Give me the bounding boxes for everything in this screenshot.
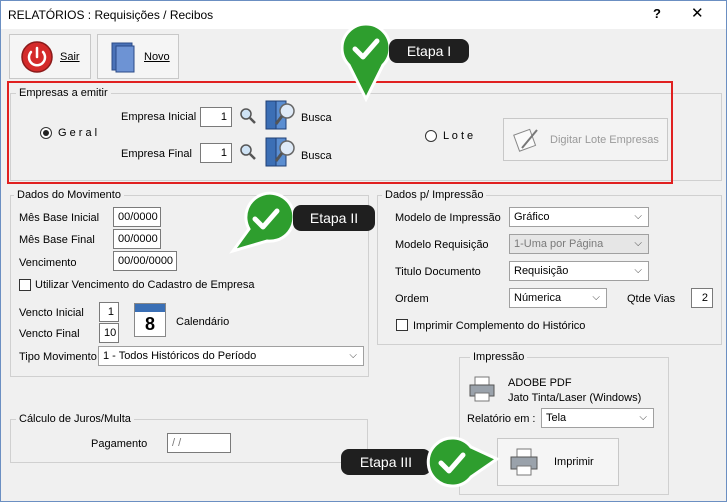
calendar-day: 8	[144, 314, 155, 334]
mes-base-final-label: Mês Base Final	[19, 234, 95, 246]
etapa2-pin-icon	[229, 191, 296, 254]
etapa1-highlight-box	[7, 81, 673, 184]
titulo-documento-label: Titulo Documento	[395, 266, 481, 278]
etapa3-pin-icon	[426, 436, 501, 488]
modelo-impressao-value: Gráfico	[514, 211, 550, 223]
calendar-icon[interactable]: 8	[134, 303, 166, 337]
pagamento-label: Pagamento	[91, 438, 148, 450]
etapa3-label: Etapa III	[359, 454, 413, 470]
tipo-movimento-select[interactable]: 1 - Todos Históricos do Período ⌵	[98, 346, 364, 366]
chevron-down-icon: ⌵	[634, 211, 642, 222]
close-button[interactable]: ✕	[691, 4, 704, 22]
modelo-requisicao-value: 1-Uma por Página	[514, 238, 604, 250]
mes-base-inicial-label: Mês Base Inicial	[19, 212, 100, 224]
modelo-impressao-select[interactable]: Gráfico ⌵	[509, 207, 649, 227]
mes-base-inicial-input[interactable]: 00/0000	[113, 207, 161, 227]
novo-label: Novo	[144, 50, 170, 63]
new-document-icon	[111, 42, 135, 72]
etapa2-label: Etapa II	[309, 210, 359, 226]
titulo-documento-value: Requisição	[514, 265, 569, 277]
titulo-documento-select[interactable]: Requisição ⌵	[509, 261, 649, 281]
imprimir-label: Imprimir	[554, 456, 594, 468]
calendario-label: Calendário	[176, 316, 230, 328]
utilizar-vencimento-label: Utilizar Vencimento do Cadastro de Empre…	[35, 279, 255, 291]
imprimir-complemento-label: Imprimir Complemento do Histórico	[413, 320, 586, 332]
vencto-final-label: Vencto Final	[19, 328, 80, 340]
printer-icon	[469, 376, 495, 402]
chevron-down-icon: ⌵	[634, 238, 642, 249]
pagamento-input[interactable]: / /	[167, 433, 231, 453]
sair-button[interactable]: Sair	[9, 34, 91, 79]
printer-name: ADOBE PDF	[508, 377, 572, 389]
window-title: RELATÓRIOS : Requisições / Recibos	[8, 8, 214, 22]
impressao-group-title: Impressão	[470, 351, 528, 363]
modelo-requisicao-label: Modelo Requisição	[395, 239, 489, 251]
help-button[interactable]: ?	[653, 6, 661, 21]
etapa1-label: Etapa I	[406, 43, 452, 59]
ordem-select[interactable]: Númerica ⌵	[509, 288, 607, 308]
relatorio-em-select[interactable]: Tela ⌵	[541, 408, 654, 428]
chevron-down-icon: ⌵	[634, 265, 642, 276]
tipo-movimento-value: 1 - Todos Históricos do Período	[103, 350, 257, 362]
mes-base-final-input[interactable]: 00/0000	[113, 229, 161, 249]
report-window: RELATÓRIOS : Requisições / Recibos ? ✕ S…	[0, 0, 727, 502]
etapa1-callout: Etapa I	[389, 39, 469, 63]
power-icon	[21, 40, 53, 73]
relatorio-em-label: Relatório em :	[467, 413, 536, 425]
vencto-final-input[interactable]: 10	[99, 323, 119, 343]
novo-button[interactable]: Novo	[97, 34, 179, 79]
imprimir-complemento-checkbox[interactable]	[396, 319, 408, 331]
etapa3-callout: Etapa III	[341, 449, 431, 475]
juros-group-title: Cálculo de Juros/Multa	[16, 413, 134, 425]
chevron-down-icon: ⌵	[639, 412, 647, 423]
qtde-vias-label: Qtde Vias	[627, 293, 676, 305]
vencto-inicial-label: Vencto Inicial	[19, 307, 84, 319]
tipo-movimento-label: Tipo Movimento	[19, 351, 97, 363]
modelo-requisicao-select[interactable]: 1-Uma por Página ⌵	[509, 234, 649, 254]
modelo-impressao-label: Modelo de Impressão	[395, 212, 501, 224]
etapa2-callout: Etapa II	[293, 205, 375, 231]
ordem-label: Ordem	[395, 293, 429, 305]
vencimento-input[interactable]: 00/00/0000	[113, 251, 177, 271]
utilizar-vencimento-checkbox[interactable]	[19, 279, 31, 291]
vencimento-label: Vencimento	[19, 257, 77, 269]
movimento-group-title: Dados do Movimento	[14, 189, 124, 201]
chevron-down-icon: ⌵	[349, 350, 357, 361]
qtde-vias-input[interactable]: 2	[691, 288, 713, 308]
sair-label: Sair	[60, 50, 80, 63]
etapa1-pin-icon	[341, 23, 391, 103]
dados-impressao-group-title: Dados p/ Impressão	[382, 189, 487, 201]
ordem-value: Númerica	[514, 292, 562, 304]
imprimir-button[interactable]: Imprimir	[497, 438, 619, 486]
printer-icon	[510, 448, 538, 476]
relatorio-em-value: Tela	[546, 412, 567, 424]
vencto-inicial-input[interactable]: 1	[99, 302, 119, 322]
chevron-down-icon: ⌵	[592, 292, 600, 303]
printer-description: Jato Tinta/Laser (Windows)	[508, 392, 642, 404]
